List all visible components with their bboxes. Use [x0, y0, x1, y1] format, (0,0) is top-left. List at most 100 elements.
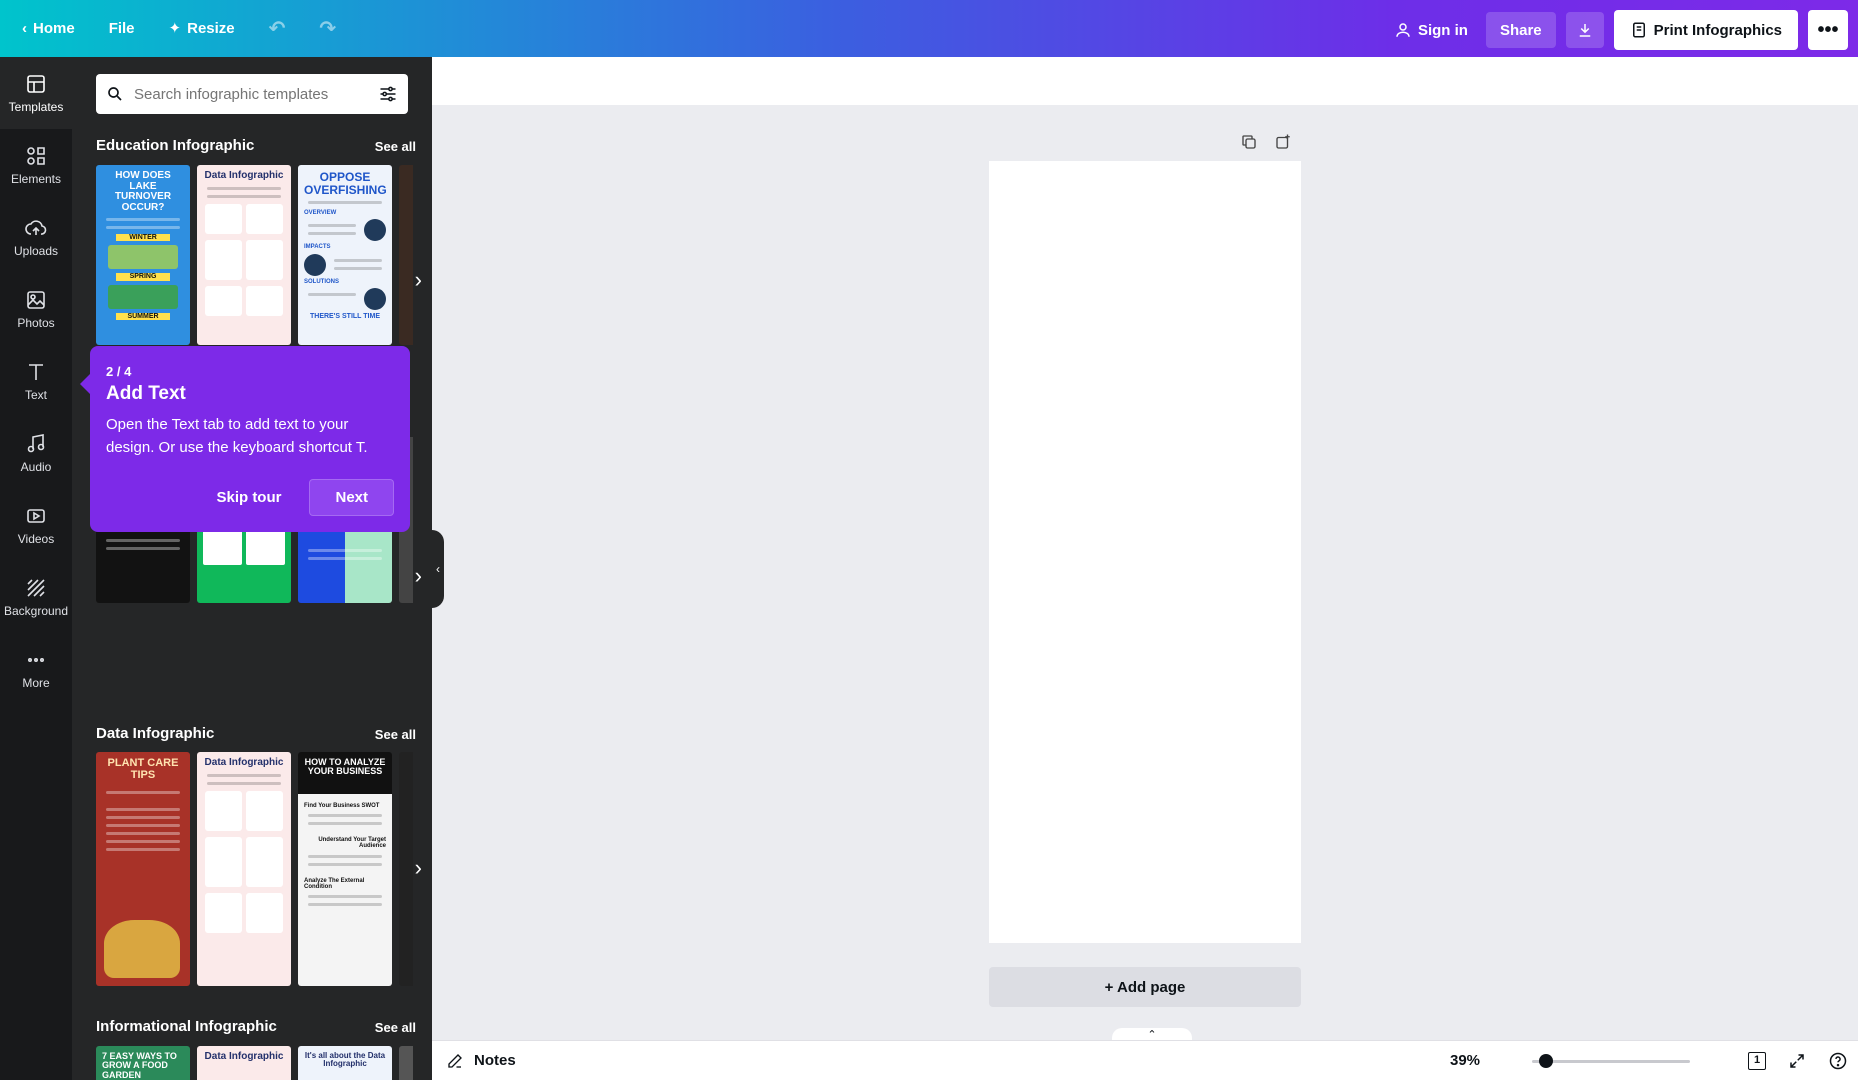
rail-item-elements[interactable]: Elements: [0, 129, 72, 201]
rail-item-videos[interactable]: Videos: [0, 489, 72, 561]
filter-icon[interactable]: [378, 84, 398, 104]
rail-item-text[interactable]: Text: [0, 345, 72, 417]
home-button[interactable]: ‹ Home: [14, 10, 83, 46]
template-thumb-label: Find Your Business SWOT: [304, 802, 380, 809]
template-thumb[interactable]: 7 EASY WAYS TO GROW A FOOD GARDEN: [96, 1046, 190, 1080]
rail-item-templates[interactable]: Templates: [0, 57, 72, 129]
design-page[interactable]: [989, 161, 1301, 943]
onboarding-tour-popover: 2 / 4 Add Text Open the Text tab to add …: [80, 346, 410, 532]
education-template-row: HOW DOES LAKE TURNOVER OCCUR? WINTER SPR…: [96, 165, 413, 345]
share-button[interactable]: Share: [1485, 12, 1556, 48]
search-box: [96, 74, 408, 114]
see-all-informational[interactable]: See all: [375, 1020, 416, 1035]
search-input[interactable]: [134, 85, 368, 103]
resize-button[interactable]: ✦ Resize: [161, 10, 243, 46]
notes-label: Notes: [474, 1052, 516, 1069]
section-title-education: Education Infographic: [96, 137, 255, 154]
rail-item-uploads[interactable]: Uploads: [0, 201, 72, 273]
file-menu-button[interactable]: File: [101, 10, 143, 46]
print-infographics-button[interactable]: Print Infographics: [1613, 10, 1798, 50]
rail-label: Templates: [8, 100, 64, 114]
template-thumb[interactable]: PLANT CARE TIPS: [96, 752, 190, 986]
tour-body: Open the Text tab to add text to your de…: [106, 416, 368, 456]
template-thumb[interactable]: Data Infographic: [197, 165, 291, 345]
resize-label: Resize: [187, 19, 235, 37]
side-rail: Templates Elements Uploads Photos Text A…: [0, 57, 72, 1080]
template-thumb-partial[interactable]: [399, 752, 413, 986]
page-count-button[interactable]: 1: [1748, 1051, 1766, 1070]
rail-item-more[interactable]: More: [0, 633, 72, 705]
template-thumb[interactable]: Data Infographic: [197, 752, 291, 986]
chevron-right-icon[interactable]: ›: [415, 267, 422, 293]
template-thumb-label: IMPACTS: [304, 244, 331, 251]
undo-button[interactable]: ↶: [261, 10, 294, 46]
top-bar: ‹ Home File ✦ Resize ↶ ↷ Sign in Share P…: [0, 0, 1858, 57]
chevron-right-icon[interactable]: ›: [415, 855, 422, 881]
rail-label: Background: [3, 604, 69, 618]
template-thumb[interactable]: It's all about the Data Infographic: [298, 1046, 392, 1080]
redo-icon: ↷: [319, 17, 337, 40]
add-page-icon[interactable]: [1274, 133, 1292, 151]
rail-label: Uploads: [13, 244, 59, 258]
template-thumb[interactable]: Data Infographic: [197, 1046, 291, 1080]
canvas-area: + Add page: [432, 57, 1858, 1040]
help-icon[interactable]: [1828, 1051, 1848, 1071]
template-thumb-title: PLANT CARE TIPS: [107, 757, 179, 781]
fullscreen-icon[interactable]: [1788, 1052, 1806, 1070]
duplicate-page-icon[interactable]: [1240, 133, 1258, 151]
search-icon: [108, 87, 122, 101]
zoom-percentage[interactable]: 39%: [1450, 1052, 1480, 1069]
rail-label: Text: [24, 388, 47, 402]
skip-tour-button[interactable]: Skip tour: [198, 479, 299, 516]
see-all-education[interactable]: See all: [375, 139, 416, 154]
see-all-data[interactable]: See all: [375, 727, 416, 742]
more-options-button[interactable]: •••: [1808, 10, 1848, 50]
rail-item-photos[interactable]: Photos: [0, 273, 72, 345]
bottom-right-controls: 1: [1748, 1051, 1848, 1071]
template-thumb-label: SPRING: [116, 273, 170, 281]
template-thumb-label: SOLUTIONS: [304, 278, 340, 285]
redo-button[interactable]: ↷: [311, 10, 344, 46]
print-icon: [1632, 22, 1645, 38]
zoom-slider[interactable]: [1532, 1054, 1690, 1068]
file-label: File: [108, 19, 135, 37]
photos-icon: [27, 291, 45, 309]
template-thumb-title: 7 EASY WAYS TO GROW A FOOD GARDEN: [102, 1051, 177, 1080]
uploads-icon: [25, 220, 47, 235]
download-button[interactable]: [1565, 12, 1604, 48]
sign-in-label: Sign in: [1417, 21, 1468, 39]
template-thumb[interactable]: HOW DOES LAKE TURNOVER OCCUR? WINTER SPR…: [96, 165, 190, 345]
text-icon: [29, 364, 43, 380]
resize-icon: ✦: [168, 20, 182, 37]
print-label: Print Infographics: [1653, 21, 1782, 39]
rail-label: Audio: [20, 460, 52, 474]
template-thumb-title: OPPOSE OVERFISHING: [304, 170, 387, 197]
videos-icon: [27, 509, 45, 523]
data-template-row: PLANT CARE TIPS Data Infographic HOW TO …: [96, 752, 413, 986]
notes-button[interactable]: Notes: [446, 1052, 516, 1070]
add-page-button[interactable]: + Add page: [989, 967, 1301, 1007]
rail-item-audio[interactable]: Audio: [0, 417, 72, 489]
template-thumb-title: HOW TO ANALYZE YOUR BUSINESS: [304, 757, 386, 777]
rail-label: Photos: [17, 316, 55, 330]
template-thumb-title: It's all about the Data Infographic: [304, 1051, 386, 1069]
zoom-slider-knob[interactable]: [1539, 1054, 1554, 1068]
chevron-left-icon: ‹: [22, 19, 27, 37]
sign-in-button[interactable]: Sign in: [1386, 12, 1476, 48]
template-thumb-title: Data Infographic: [204, 757, 284, 768]
tour-title: Add Text: [106, 383, 186, 404]
section-title-data: Data Infographic: [96, 725, 215, 742]
template-thumb-title: Data Infographic: [204, 170, 284, 181]
rail-item-background[interactable]: Background: [0, 561, 72, 633]
collapse-panel-handle[interactable]: ‹: [432, 530, 444, 608]
template-thumb-label: Understand Your Target Audience: [318, 837, 386, 850]
template-thumb-label: SUMMER: [116, 312, 170, 321]
chevron-right-icon[interactable]: ›: [415, 563, 422, 589]
template-thumb-partial[interactable]: [399, 1046, 413, 1080]
audio-icon: [27, 434, 45, 453]
undo-icon: ↶: [268, 17, 286, 40]
next-button[interactable]: Next: [309, 479, 394, 516]
template-thumb[interactable]: OPPOSE OVERFISHING OVERVIEW IMPACTS SOLU…: [298, 165, 392, 345]
template-thumb-partial[interactable]: [399, 165, 413, 345]
template-thumb[interactable]: HOW TO ANALYZE YOUR BUSINESS Find Your B…: [298, 752, 392, 986]
